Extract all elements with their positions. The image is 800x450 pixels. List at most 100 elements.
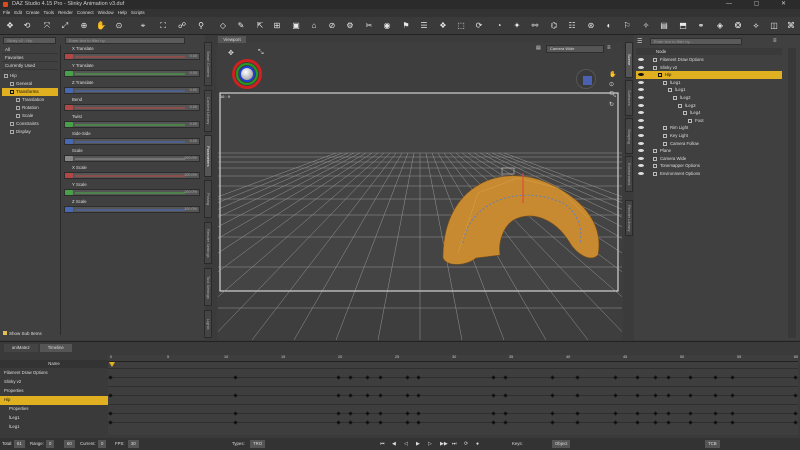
property-value[interactable]: 0.00 (190, 122, 197, 127)
keyframe[interactable] (666, 392, 671, 398)
marker-icon[interactable]: ⚑ (401, 21, 411, 31)
brush-icon[interactable]: ✎ (236, 21, 246, 31)
visibility-eye-icon[interactable] (638, 134, 644, 137)
scene-node[interactable]: lLeg1 (636, 79, 782, 86)
tcb-label[interactable]: TCB (705, 440, 720, 448)
keyframe[interactable] (336, 410, 341, 416)
keyframe[interactable] (635, 410, 640, 416)
keyframe[interactable] (491, 419, 496, 425)
keyframe[interactable] (233, 374, 238, 380)
property-x-scale[interactable]: X Scale 100.0% (62, 164, 202, 181)
property-value[interactable]: 100.0% (184, 156, 197, 161)
translate-icon[interactable]: ⤧ (42, 21, 52, 31)
keyframe[interactable] (575, 419, 580, 425)
keyframe[interactable] (688, 419, 693, 425)
keyframe[interactable] (730, 374, 735, 380)
keyframe[interactable] (405, 374, 410, 380)
playhead-marker[interactable] (109, 362, 115, 367)
side-tab-parameters[interactable]: Parameters (204, 135, 212, 177)
table-icon[interactable]: ▤ (659, 21, 669, 31)
menu-tools[interactable]: Tools (44, 9, 55, 17)
timeline-tab-animate2[interactable]: aniMate2 (4, 344, 38, 352)
universal-icon[interactable]: ⊕ (79, 21, 89, 31)
camera-dropdown[interactable]: Camera Wide (546, 45, 604, 53)
visibility-eye-icon[interactable] (638, 126, 644, 130)
view-cube[interactable] (576, 69, 596, 89)
keyframe[interactable] (348, 392, 353, 398)
keyframe[interactable] (550, 374, 555, 380)
keyframe[interactable] (635, 419, 640, 425)
visibility-eye-icon[interactable] (638, 141, 644, 145)
keyframe[interactable] (653, 419, 658, 425)
keyframe[interactable] (378, 419, 383, 425)
group-translation[interactable]: Translation (2, 96, 58, 104)
property-slider[interactable]: 100.0% (64, 172, 200, 179)
group-hip[interactable]: Hip (2, 72, 58, 80)
keyframe[interactable] (653, 374, 658, 380)
property-scale[interactable]: Scale 100.0% (62, 147, 202, 164)
category-favorites[interactable]: Favorites (2, 54, 58, 62)
home-icon[interactable]: ⌂ (309, 21, 319, 31)
show-sub-items-row[interactable]: Show Sub Items (3, 330, 58, 338)
group-rotation[interactable]: Rotation (2, 104, 58, 112)
visibility-eye-icon[interactable] (638, 73, 644, 77)
target-icon[interactable]: ⌖ (138, 21, 148, 31)
scene-node[interactable]: Rim Light (636, 124, 782, 131)
visibility-eye-icon[interactable] (638, 156, 644, 160)
keyframe[interactable] (491, 392, 496, 398)
keyframe[interactable] (713, 410, 718, 416)
box-icon[interactable]: ⬚ (456, 21, 466, 31)
scene-node[interactable]: Tonemapper Options (636, 162, 782, 169)
property-value[interactable]: 100.0% (184, 173, 197, 178)
keys-dropdown[interactable]: Object (552, 440, 571, 448)
scene-node[interactable]: lLeg3 (636, 102, 782, 109)
next-frame-icon[interactable]: ▷ (428, 440, 432, 448)
group-general[interactable]: General (2, 80, 58, 88)
property-bend[interactable]: Bend 0.00 (62, 96, 202, 113)
keyframe[interactable] (666, 410, 671, 416)
menu-edit[interactable]: Edit (14, 9, 22, 17)
scene-node[interactable]: Key Light (636, 132, 782, 139)
keyframe[interactable] (336, 392, 341, 398)
spark-icon[interactable]: ✧ (641, 21, 651, 31)
keyframe[interactable] (405, 419, 410, 425)
property-slider[interactable]: 0.00 (64, 121, 200, 128)
keyframe[interactable] (108, 410, 113, 416)
loop-icon[interactable]: ⟳ (464, 440, 468, 448)
menu-window[interactable]: Window (98, 9, 114, 17)
menu-scripts[interactable]: Scripts (131, 9, 145, 17)
property-side-side[interactable]: Side-Side 0.00 (62, 130, 202, 147)
keyframe[interactable] (653, 392, 658, 398)
scene-node[interactable]: Filament Draw Options (636, 56, 782, 63)
keyframe[interactable] (730, 410, 735, 416)
viewport-tab[interactable]: Viewport (218, 36, 246, 43)
keyframe[interactable] (378, 410, 383, 416)
keyframe[interactable] (348, 410, 353, 416)
visibility-eye-icon[interactable] (638, 111, 644, 115)
spot-light-icon[interactable]: ✦ (512, 21, 522, 31)
property-value[interactable]: 100.0% (184, 190, 197, 195)
keyframe[interactable] (416, 410, 421, 416)
keyframe[interactable] (108, 419, 113, 425)
timeline-track[interactable]: Properties (0, 387, 108, 396)
side-tab-tool-settings[interactable]: Tool Settings (204, 268, 212, 306)
side-tab-posing[interactable]: Posing (204, 180, 212, 218)
settings-icon[interactable]: ⚙ (345, 21, 355, 31)
timeline-track[interactable]: lLeg1 (0, 423, 108, 432)
property-y-translate[interactable]: Y Translate 0.00 (62, 62, 202, 79)
property-value[interactable]: 0.00 (190, 105, 197, 110)
light-icon[interactable]: ◔ (494, 21, 504, 31)
scene-node[interactable]: Plane (636, 147, 782, 154)
menu-render[interactable]: Render (58, 9, 73, 17)
checkbox-icon[interactable] (3, 331, 7, 335)
keyframe[interactable] (416, 392, 421, 398)
keyframe[interactable] (793, 374, 798, 380)
scene-node[interactable]: Environment Options (636, 170, 782, 177)
timeline-track[interactable]: lLeg1 (0, 414, 108, 423)
menu-connect[interactable]: Connect (77, 9, 94, 17)
prev-frame-icon[interactable]: ◁ (404, 440, 408, 448)
keyframe[interactable] (233, 419, 238, 425)
scene-menu-icon[interactable]: ≡ (773, 38, 777, 44)
property-z-scale[interactable]: Z Scale 100.0% (62, 198, 202, 215)
geometry-icon[interactable]: ◇ (218, 21, 228, 31)
